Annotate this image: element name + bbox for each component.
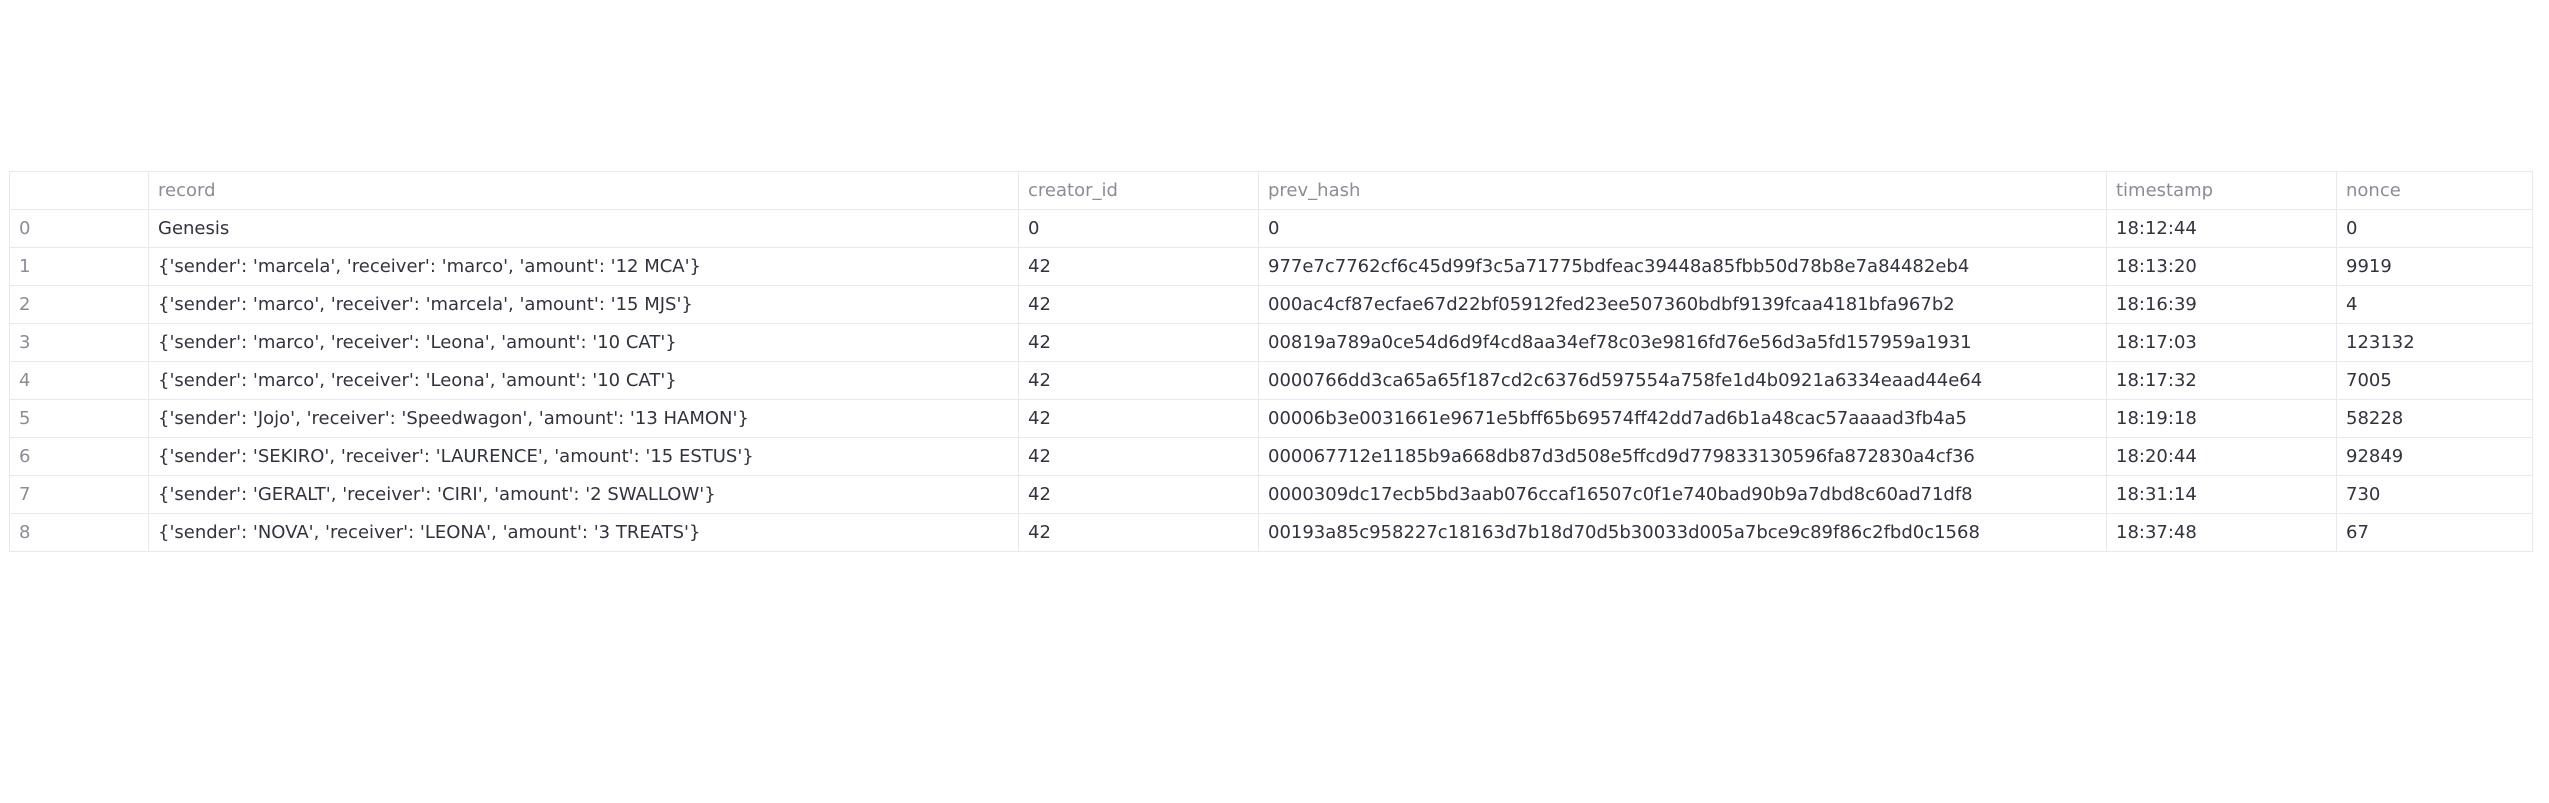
timestamp-cell[interactable]: 18:17:03 (2106, 323, 2337, 362)
nonce-cell[interactable]: 123132 (2336, 323, 2533, 362)
creator-id-cell[interactable]: 0 (1018, 209, 1259, 248)
prev-hash-cell[interactable]: 0 (1258, 209, 2107, 248)
record-cell[interactable]: {'sender': 'NOVA', 'receiver': 'LEONA', … (148, 513, 1019, 552)
table-row: 7 {'sender': 'GERALT', 'receiver': 'CIRI… (9, 475, 2533, 514)
record-cell[interactable]: {'sender': 'marco', 'receiver': 'marcela… (148, 285, 1019, 324)
record-cell[interactable]: {'sender': 'Jojo', 'receiver': 'Speedwag… (148, 399, 1019, 438)
timestamp-cell[interactable]: 18:12:44 (2106, 209, 2337, 248)
creator-id-cell[interactable]: 42 (1018, 323, 1259, 362)
timestamp-cell[interactable]: 18:37:48 (2106, 513, 2337, 552)
creator-id-cell[interactable]: 42 (1018, 285, 1259, 324)
row-index[interactable]: 5 (9, 399, 149, 438)
nonce-cell[interactable]: 92849 (2336, 437, 2533, 476)
row-index[interactable]: 6 (9, 437, 149, 476)
data-table: record creator_id prev_hash timestamp no… (9, 171, 2533, 552)
table-row: 8 {'sender': 'NOVA', 'receiver': 'LEONA'… (9, 513, 2533, 552)
timestamp-cell[interactable]: 18:19:18 (2106, 399, 2337, 438)
timestamp-cell[interactable]: 18:16:39 (2106, 285, 2337, 324)
creator-id-cell[interactable]: 42 (1018, 475, 1259, 514)
row-index[interactable]: 7 (9, 475, 149, 514)
timestamp-cell[interactable]: 18:31:14 (2106, 475, 2337, 514)
row-index[interactable]: 8 (9, 513, 149, 552)
prev-hash-cell[interactable]: 000ac4cf87ecfae67d22bf05912fed23ee507360… (1258, 285, 2107, 324)
table-row: 4 {'sender': 'marco', 'receiver': 'Leona… (9, 361, 2533, 400)
table-row: 3 {'sender': 'marco', 'receiver': 'Leona… (9, 323, 2533, 362)
prev-hash-cell[interactable]: 000067712e1185b9a668db87d3d508e5ffcd9d77… (1258, 437, 2107, 476)
timestamp-cell[interactable]: 18:17:32 (2106, 361, 2337, 400)
prev-hash-cell[interactable]: 00006b3e0031661e9671e5bff65b69574ff42dd7… (1258, 399, 2107, 438)
record-cell[interactable]: {'sender': 'SEKIRO', 'receiver': 'LAUREN… (148, 437, 1019, 476)
record-cell[interactable]: {'sender': 'GERALT', 'receiver': 'CIRI',… (148, 475, 1019, 514)
nonce-cell[interactable]: 730 (2336, 475, 2533, 514)
nonce-cell[interactable]: 0 (2336, 209, 2533, 248)
nonce-cell[interactable]: 7005 (2336, 361, 2533, 400)
nonce-cell[interactable]: 58228 (2336, 399, 2533, 438)
table-row: 1 {'sender': 'marcela', 'receiver': 'mar… (9, 247, 2533, 286)
prev-hash-cell[interactable]: 00819a789a0ce54d6d9f4cd8aa34ef78c03e9816… (1258, 323, 2107, 362)
header-row: record creator_id prev_hash timestamp no… (9, 171, 2533, 210)
prev-hash-cell[interactable]: 00193a85c958227c18163d7b18d70d5b30033d00… (1258, 513, 2107, 552)
timestamp-cell[interactable]: 18:20:44 (2106, 437, 2337, 476)
creator-id-cell[interactable]: 42 (1018, 399, 1259, 438)
row-index[interactable]: 0 (9, 209, 149, 248)
record-cell[interactable]: {'sender': 'marco', 'receiver': 'Leona',… (148, 323, 1019, 362)
record-cell[interactable]: {'sender': 'marco', 'receiver': 'Leona',… (148, 361, 1019, 400)
nonce-cell[interactable]: 67 (2336, 513, 2533, 552)
column-header-prev-hash[interactable]: prev_hash (1258, 171, 2107, 210)
nonce-cell[interactable]: 9919 (2336, 247, 2533, 286)
row-index[interactable]: 2 (9, 285, 149, 324)
creator-id-cell[interactable]: 42 (1018, 513, 1259, 552)
creator-id-cell[interactable]: 42 (1018, 437, 1259, 476)
creator-id-cell[interactable]: 42 (1018, 361, 1259, 400)
column-header-timestamp[interactable]: timestamp (2106, 171, 2337, 210)
creator-id-cell[interactable]: 42 (1018, 247, 1259, 286)
nonce-cell[interactable]: 4 (2336, 285, 2533, 324)
column-header-record[interactable]: record (148, 171, 1019, 210)
row-index[interactable]: 4 (9, 361, 149, 400)
prev-hash-cell[interactable]: 0000766dd3ca65a65f187cd2c6376d597554a758… (1258, 361, 2107, 400)
column-header-creator-id[interactable]: creator_id (1018, 171, 1259, 210)
row-index[interactable]: 1 (9, 247, 149, 286)
column-header-nonce[interactable]: nonce (2336, 171, 2533, 210)
prev-hash-cell[interactable]: 0000309dc17ecb5bd3aab076ccaf16507c0f1e74… (1258, 475, 2107, 514)
table-row: 5 {'sender': 'Jojo', 'receiver': 'Speedw… (9, 399, 2533, 438)
table-row: 2 {'sender': 'marco', 'receiver': 'marce… (9, 285, 2533, 324)
record-cell[interactable]: Genesis (148, 209, 1019, 248)
timestamp-cell[interactable]: 18:13:20 (2106, 247, 2337, 286)
prev-hash-cell[interactable]: 977e7c7762cf6c45d99f3c5a71775bdfeac39448… (1258, 247, 2107, 286)
row-index[interactable]: 3 (9, 323, 149, 362)
column-header-index[interactable] (9, 171, 149, 210)
dataframe[interactable]: record creator_id prev_hash timestamp no… (9, 171, 2533, 552)
table-row: 0 Genesis 0 0 18:12:44 0 (9, 209, 2533, 248)
table-row: 6 {'sender': 'SEKIRO', 'receiver': 'LAUR… (9, 437, 2533, 476)
record-cell[interactable]: {'sender': 'marcela', 'receiver': 'marco… (148, 247, 1019, 286)
